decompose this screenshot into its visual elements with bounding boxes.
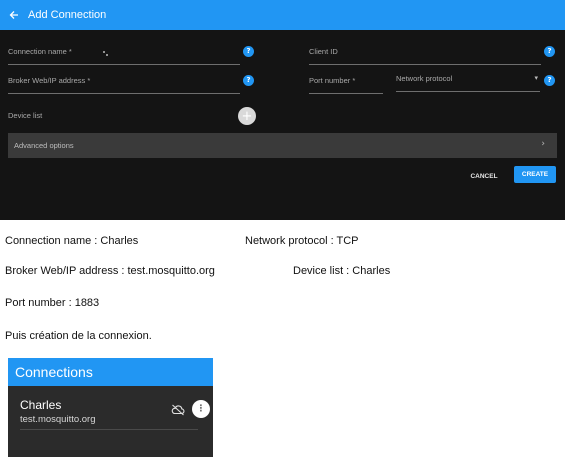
create-button[interactable]: CREATE	[514, 166, 556, 183]
summary-broker-address: Broker Web/IP address : test.mosquitto.o…	[5, 265, 215, 277]
client-id-label: Client ID	[309, 47, 338, 56]
help-icon[interactable]: ?	[544, 75, 555, 86]
add-connection-dialog: Add Connection Connection name * ? Clien…	[0, 0, 565, 220]
port-number-label: Port number *	[309, 76, 356, 85]
broker-address-label: Broker Web/IP address *	[8, 76, 91, 85]
network-protocol-underline	[396, 91, 540, 92]
connection-name-field[interactable]: Connection name *	[8, 43, 240, 65]
connection-host: test.mosquitto.org	[20, 414, 96, 425]
mouse-cursor-tail	[106, 54, 108, 56]
summary-connection-name: Connection name : Charles	[5, 235, 139, 247]
help-icon[interactable]: ?	[243, 46, 254, 57]
summary-device-list: Device list : Charles	[293, 265, 391, 277]
connection-name: Charles	[20, 398, 62, 412]
connection-name-label: Connection name *	[8, 47, 72, 56]
broker-address-underline	[8, 93, 240, 94]
advanced-options-label: Advanced options	[14, 141, 74, 150]
list-divider	[20, 429, 198, 430]
network-protocol-select[interactable]: Network protocol ▾	[396, 70, 540, 92]
device-list-label: Device list	[8, 111, 43, 120]
port-number-field[interactable]: Port number *	[309, 72, 383, 94]
summary-conclusion: Puis création de la connexion.	[5, 330, 152, 342]
client-id-field[interactable]: Client ID	[309, 43, 541, 65]
dialog-title: Add Connection	[28, 9, 107, 21]
client-id-underline	[309, 64, 541, 65]
connections-title: Connections	[15, 364, 93, 380]
port-number-underline	[309, 93, 383, 94]
connection-name-underline	[8, 64, 240, 65]
connection-list-item[interactable]: Charles test.mosquitto.org ⋮	[8, 390, 213, 430]
summary-port-number: Port number : 1883	[5, 297, 100, 309]
mouse-cursor	[103, 51, 105, 53]
back-arrow-icon[interactable]	[8, 9, 20, 21]
broker-address-field[interactable]: Broker Web/IP address *	[8, 72, 240, 94]
connections-app-bar: Connections	[8, 358, 213, 386]
cancel-button[interactable]: CANCEL	[466, 170, 502, 182]
add-icon: +	[241, 108, 253, 124]
advanced-options-row[interactable]: Advanced options ›	[8, 133, 557, 158]
dropdown-arrow-icon: ▾	[534, 74, 538, 82]
cloud-off-icon	[171, 403, 185, 416]
connections-screen: Connections Charles test.mosquitto.org ⋮	[8, 358, 213, 457]
help-icon[interactable]: ?	[243, 75, 254, 86]
chevron-right-icon: ›	[541, 139, 545, 149]
app-bar: Add Connection	[0, 0, 565, 30]
network-protocol-label: Network protocol	[396, 74, 453, 83]
help-icon[interactable]: ?	[544, 46, 555, 57]
add-device-button[interactable]: +	[238, 107, 256, 125]
more-vert-icon[interactable]: ⋮	[192, 400, 210, 418]
summary-network-protocol: Network protocol : TCP	[245, 235, 359, 247]
